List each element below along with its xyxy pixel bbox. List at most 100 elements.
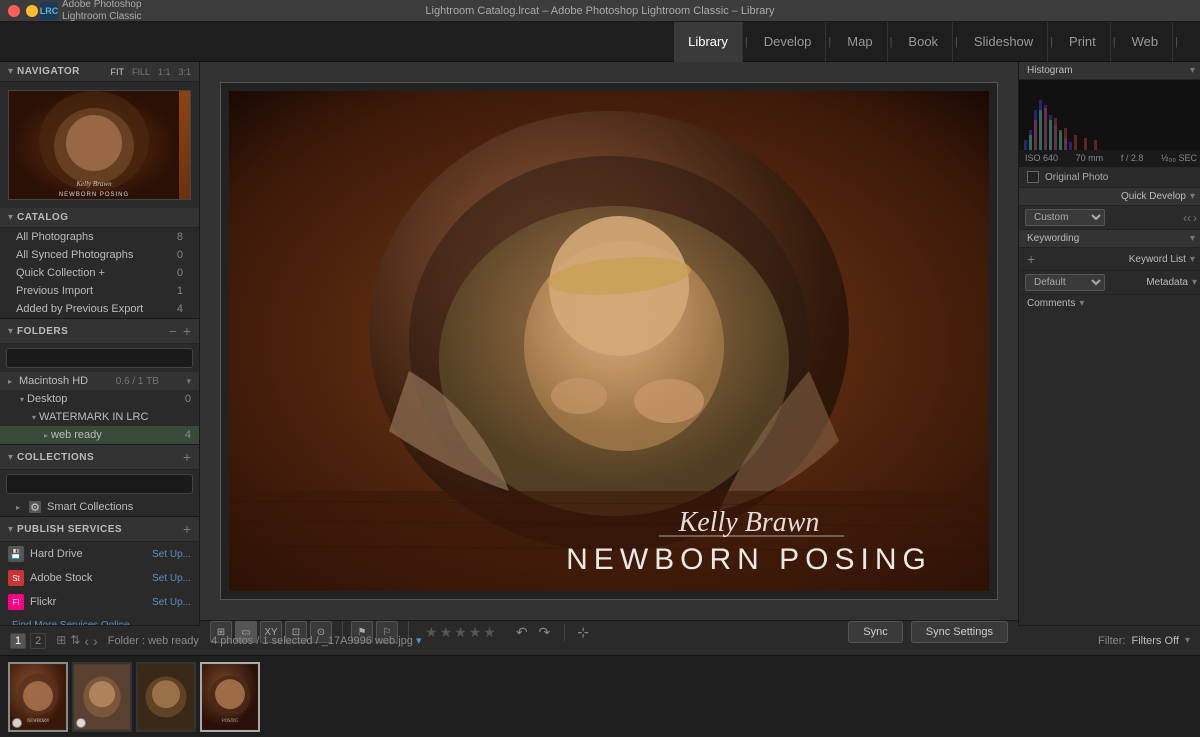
original-photo-checkbox[interactable] xyxy=(1027,171,1039,183)
nav-slideshow[interactable]: Slideshow xyxy=(960,22,1048,62)
catalog-item-synced[interactable]: All Synced Photographs 0 xyxy=(0,246,199,264)
drive-info: ▸ Macintosh HD xyxy=(8,375,88,387)
nav-fit[interactable]: FIT xyxy=(110,67,124,77)
page-2[interactable]: 2 xyxy=(30,633,46,649)
catalog-item-prev[interactable]: Previous Import 1 xyxy=(0,282,199,300)
folder-desktop[interactable]: ▾ Desktop 0 xyxy=(0,390,199,408)
thumb-2-badge xyxy=(76,718,86,728)
page-1[interactable]: 1 xyxy=(10,633,26,649)
hd-setup-link[interactable]: Set Up... xyxy=(152,549,191,560)
catalog-item-all[interactable]: All Photographs 8 xyxy=(0,228,199,246)
navigator-controls: FIT FILL 1:1 3:1 xyxy=(110,67,191,77)
nav-fill[interactable]: FILL xyxy=(132,67,150,77)
close-button[interactable] xyxy=(8,5,20,17)
folders-plus-btn[interactable]: + xyxy=(183,323,191,339)
nav-map[interactable]: Map xyxy=(833,22,887,62)
grid-view-icon[interactable]: ⊞ xyxy=(56,633,66,649)
nav-items: Library | Develop | Map | Book | Slidesh… xyxy=(674,22,1180,62)
folders-minus-btn[interactable]: − xyxy=(169,323,177,339)
navigator-header[interactable]: ▾ Navigator FIT FILL 1:1 3:1 xyxy=(0,62,199,82)
thumb-1-badge xyxy=(12,718,22,728)
folder-search[interactable] xyxy=(6,348,193,368)
folders-collapse-arrow: ▾ xyxy=(8,326,13,337)
publish-plus-btn[interactable]: + xyxy=(183,521,191,537)
publish-stock[interactable]: St Adobe Stock Set Up... xyxy=(0,566,199,590)
speed-stat: ½₀₀ SEC xyxy=(1161,153,1197,163)
nav-1-1[interactable]: 1:1 xyxy=(158,67,171,77)
histogram-graph xyxy=(1019,80,1200,150)
drive-dropdown[interactable]: ▾ xyxy=(186,376,191,387)
folder-search-input[interactable] xyxy=(13,353,186,364)
drive-item[interactable]: ▸ Macintosh HD 0.6 / 1 TB ▾ xyxy=(0,372,199,390)
qd-preset-arrows: ‹‹ › xyxy=(1183,211,1197,225)
original-photo-row: Original Photo xyxy=(1019,167,1200,188)
histogram-arrow: ▾ xyxy=(1190,65,1195,76)
folder-watermark[interactable]: ▾ WATERMARK IN LRC xyxy=(0,408,199,426)
find-more-link[interactable]: Find More Services Online... xyxy=(0,614,199,625)
catalog-item-quick[interactable]: Quick Collection + 0 xyxy=(0,264,199,282)
publish-flickr[interactable]: Fl Flickr Set Up... xyxy=(0,590,199,614)
filmstrip-thumb-2[interactable] xyxy=(72,662,132,732)
publish-hd[interactable]: 💾 Hard Drive Set Up... xyxy=(0,542,199,566)
prev-btn[interactable]: ‹ xyxy=(84,633,89,649)
filter-dropdown[interactable]: ▾ xyxy=(1185,635,1190,646)
stock-setup-link[interactable]: Set Up... xyxy=(152,573,191,584)
collections-search[interactable] xyxy=(6,474,193,494)
navigator-title: Navigator xyxy=(17,66,80,77)
sort-icon[interactable]: ⇅ xyxy=(70,633,80,649)
iso-stat: ISO 640 xyxy=(1025,153,1058,163)
folder-web-ready[interactable]: ▸ web ready 4 xyxy=(0,426,199,444)
collections-header[interactable]: ▾ Collections + xyxy=(0,445,199,470)
nav-library[interactable]: Library xyxy=(674,22,743,62)
catalog-item-added[interactable]: Added by Previous Export 4 xyxy=(0,300,199,318)
filmstrip-thumb-1[interactable]: NEWBORN xyxy=(8,662,68,732)
filter-section: Filter: Filters Off ▾ xyxy=(1098,635,1190,647)
center-panel: Kelly Brawn NEWBORN POSING ⊞ ▭ XY ⊡ ⊙ xyxy=(200,62,1018,625)
nav-print[interactable]: Print xyxy=(1055,22,1111,62)
comments-row[interactable]: Comments ▾ xyxy=(1019,295,1200,312)
nav-develop[interactable]: Develop xyxy=(750,22,827,62)
nav-web[interactable]: Web xyxy=(1118,22,1174,62)
folders-header[interactable]: ▾ Folders − + xyxy=(0,319,199,344)
minimize-button[interactable] xyxy=(26,5,38,17)
top-nav: Library | Develop | Map | Book | Slidesh… xyxy=(0,22,1200,62)
right-scroll: Original Photo Quick Develop ▾ Custom ‹‹… xyxy=(1019,167,1200,625)
flickr-setup-link[interactable]: Set Up... xyxy=(152,597,191,608)
metadata-arrow: ▾ xyxy=(1192,277,1197,288)
keyword-list-plus[interactable]: + xyxy=(1027,251,1035,267)
qd-prev-arrow[interactable]: ‹‹ xyxy=(1183,211,1191,225)
nav-3-1[interactable]: 3:1 xyxy=(178,67,191,77)
svg-text:NEWBORN: NEWBORN xyxy=(26,719,50,724)
nav-sep-1: | xyxy=(743,36,750,48)
focal-stat: 70 mm xyxy=(1076,153,1104,163)
logo-text: Adobe Photoshop Lightroom Classic xyxy=(62,0,142,23)
qd-preset-select[interactable]: Custom xyxy=(1025,209,1105,226)
keywording-header[interactable]: Keywording ▾ xyxy=(1019,230,1200,248)
collections-search-input[interactable] xyxy=(13,479,186,490)
nav-sep-5: | xyxy=(1048,36,1055,48)
nav-book[interactable]: Book xyxy=(894,22,953,62)
publish-header[interactable]: ▾ Publish Services + xyxy=(0,517,199,542)
folders-section: ▾ Folders − + ▸ Macintosh HD 0.6 / 1 TB … xyxy=(0,319,199,445)
sc-icon: ⚙ xyxy=(29,501,41,513)
metadata-header[interactable]: Metadata ▾ xyxy=(1146,277,1197,288)
quick-develop-header[interactable]: Quick Develop ▾ xyxy=(1019,188,1200,206)
smart-collections[interactable]: ▸ ⚙ Smart Collections xyxy=(0,498,199,516)
navigator-thumbnail: Kelly Brawn NEWBORN POSING xyxy=(8,90,191,200)
svg-text:NEWBORN POSING: NEWBORN POSING xyxy=(59,192,129,198)
photo-placeholder: Kelly Brawn NEWBORN POSING xyxy=(229,91,989,591)
next-btn[interactable]: › xyxy=(93,633,98,649)
keyword-list-header[interactable]: Keyword List ▾ xyxy=(1129,254,1195,265)
qd-next-arrow[interactable]: › xyxy=(1193,211,1197,225)
nav-sep-6: | xyxy=(1111,36,1118,48)
catalog-header[interactable]: ▾ Catalog xyxy=(0,208,199,228)
histogram-header[interactable]: Histogram ▾ xyxy=(1019,62,1200,80)
photo-dropdown[interactable]: ▾ xyxy=(416,635,422,647)
filmstrip-thumb-4[interactable]: POSING xyxy=(200,662,260,732)
metadata-select[interactable]: Default xyxy=(1025,274,1105,291)
desktop-triangle: ▾ xyxy=(20,395,24,404)
collections-plus-btn[interactable]: + xyxy=(183,449,191,465)
folder-info: Folder : web ready 4 photos / 1 selected… xyxy=(108,634,1088,647)
publish-collapse-arrow: ▾ xyxy=(8,524,13,535)
filmstrip-thumb-3[interactable] xyxy=(136,662,196,732)
